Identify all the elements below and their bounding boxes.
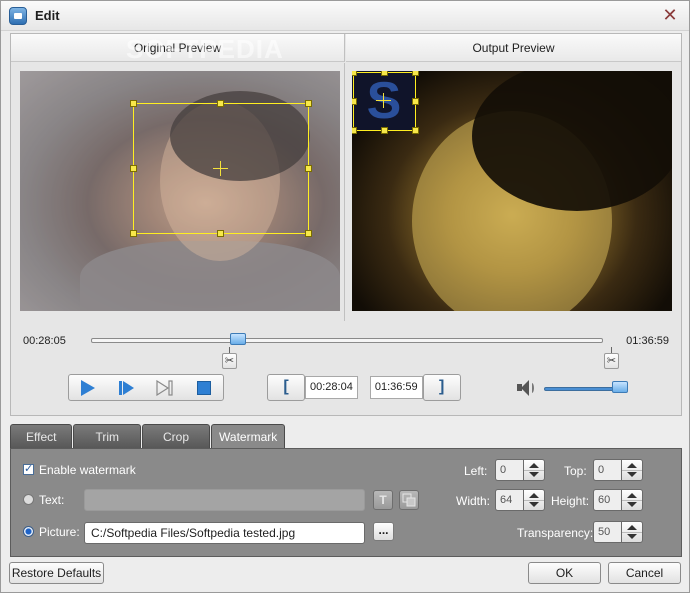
trim-start-time[interactable]: 00:28:04	[305, 376, 358, 399]
set-end-button[interactable]: ]	[422, 374, 461, 401]
output-video-frame: S	[352, 71, 672, 311]
picture-path-input[interactable]: C:/Softpedia Files/Softpedia tested.jpg	[84, 522, 365, 544]
scissors-icon: ✂	[604, 353, 619, 369]
height-value[interactable]: 60	[593, 489, 621, 511]
timeline-thumb[interactable]	[229, 333, 246, 345]
resize-handle[interactable]	[305, 165, 312, 172]
left-value[interactable]: 0	[495, 459, 523, 481]
edit-dialog: Edit ✕ Original Preview SOFTPEDIA Output…	[0, 0, 690, 593]
top-label: Top:	[564, 464, 587, 478]
width-value[interactable]: 64	[495, 489, 523, 511]
trim-controls: [ 00:28:04 01:36:59 ]	[267, 374, 461, 401]
current-time: 00:28:05	[23, 335, 66, 347]
resize-handle[interactable]	[305, 230, 312, 237]
stop-button[interactable]	[185, 375, 224, 400]
resize-handle[interactable]	[130, 165, 137, 172]
transparency-label: Transparency:	[517, 526, 594, 540]
ok-button[interactable]: OK	[528, 562, 601, 584]
height-label: Height:	[551, 494, 590, 508]
cancel-button[interactable]: Cancel	[608, 562, 681, 584]
step-forward-icon	[119, 380, 135, 395]
edit-tabs: Effect Trim Crop Watermark	[10, 424, 286, 449]
left-label: Left:	[464, 464, 488, 478]
enable-watermark-checkbox[interactable]	[23, 462, 34, 475]
volume-icon[interactable]	[517, 380, 535, 396]
volume-thumb[interactable]	[611, 381, 628, 393]
output-watermark-box[interactable]	[353, 72, 416, 131]
set-start-button[interactable]: [	[267, 374, 305, 401]
play-icon	[81, 379, 96, 396]
resize-handle[interactable]	[130, 100, 137, 107]
trim-start-marker[interactable]: ✂	[222, 347, 238, 369]
tab-crop[interactable]: Crop	[142, 424, 211, 448]
title-bar: Edit ✕	[1, 1, 689, 31]
original-preview-label: Original Preview	[133, 41, 222, 55]
height-stepper[interactable]: 60	[593, 489, 643, 511]
resize-handle[interactable]	[217, 230, 224, 237]
scissors-icon: ✂	[222, 353, 237, 369]
picture-label: Picture:	[39, 525, 80, 539]
playback-controls	[68, 374, 224, 401]
text-color-button[interactable]	[399, 490, 419, 510]
step-forward-button[interactable]	[108, 375, 147, 400]
total-time: 01:36:59	[626, 335, 669, 347]
preview-panel: Original Preview SOFTPEDIA Output Previe…	[10, 33, 682, 416]
next-frame-icon	[156, 379, 173, 396]
browse-button[interactable]: ...	[373, 522, 394, 541]
output-preview-header: Output Preview	[346, 34, 681, 62]
stop-icon	[196, 380, 211, 395]
original-preview-area	[11, 63, 345, 321]
restore-defaults-button[interactable]: Restore Defaults	[9, 562, 104, 584]
text-label: Text:	[39, 493, 65, 507]
timeline-track[interactable]	[91, 338, 603, 343]
next-frame-button[interactable]	[146, 375, 185, 400]
original-video-frame	[20, 71, 340, 311]
tab-watermark[interactable]: Watermark	[211, 424, 286, 449]
resize-handle[interactable]	[217, 100, 224, 107]
left-stepper[interactable]: 0	[495, 459, 545, 481]
text-radio[interactable]	[23, 494, 34, 505]
tab-trim[interactable]: Trim	[73, 424, 142, 448]
width-stepper[interactable]: 64	[495, 489, 545, 511]
transparency-value[interactable]: 50	[593, 521, 621, 543]
resize-handle[interactable]	[305, 100, 312, 107]
close-icon[interactable]: ✕	[660, 5, 680, 25]
output-preview-label: Output Preview	[472, 41, 555, 55]
trim-end-marker[interactable]: ✂	[604, 347, 620, 369]
tab-effect[interactable]: Effect	[10, 424, 73, 448]
play-button[interactable]	[69, 375, 108, 400]
app-icon	[9, 7, 27, 25]
watermark-text-input[interactable]	[84, 489, 365, 511]
enable-watermark-label: Enable watermark	[39, 463, 136, 477]
top-stepper[interactable]: 0	[593, 459, 643, 481]
font-button[interactable]: T	[373, 490, 393, 510]
output-preview-area: S	[346, 63, 681, 321]
color-icon	[402, 493, 416, 507]
transparency-stepper[interactable]: 50	[593, 521, 643, 543]
original-preview-header: Original Preview	[11, 34, 345, 62]
window-title: Edit	[35, 8, 60, 23]
width-label: Width:	[456, 494, 491, 508]
resize-handle[interactable]	[130, 230, 137, 237]
picture-radio[interactable]	[23, 526, 34, 537]
trim-end-time[interactable]: 01:36:59	[369, 376, 423, 399]
watermark-panel: Enable watermark Text: T Picture: C:/Sof…	[10, 448, 682, 557]
top-value[interactable]: 0	[593, 459, 621, 481]
